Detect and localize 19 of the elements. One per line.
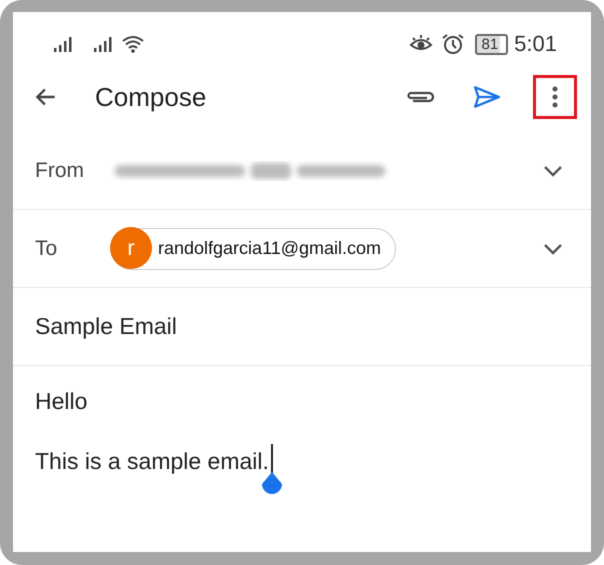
avatar-initial: r [110, 226, 152, 268]
chevron-down-icon [543, 242, 563, 254]
body-text: This is a sample email. [35, 448, 269, 475]
to-label: To [35, 236, 58, 260]
recipient-address: randolfgarcia11@gmail.com [158, 238, 382, 259]
screen-title: Compose [95, 82, 206, 112]
paperclip-icon [405, 89, 435, 105]
from-label: From [35, 158, 85, 182]
alarm-icon [441, 33, 466, 55]
wifi-icon [121, 35, 145, 53]
send-icon [473, 85, 501, 109]
more-button[interactable] [533, 75, 577, 119]
battery-indicator: 81 [475, 34, 508, 54]
recipient-chip[interactable]: r randolfgarcia11@gmail.com [111, 228, 396, 270]
clock-time: 5:01 [514, 31, 557, 57]
chevron-down-icon [543, 164, 563, 176]
body-text: Hello [35, 388, 88, 415]
subject-field[interactable]: Sample Email [35, 313, 177, 340]
more-vertical-icon [552, 86, 558, 108]
